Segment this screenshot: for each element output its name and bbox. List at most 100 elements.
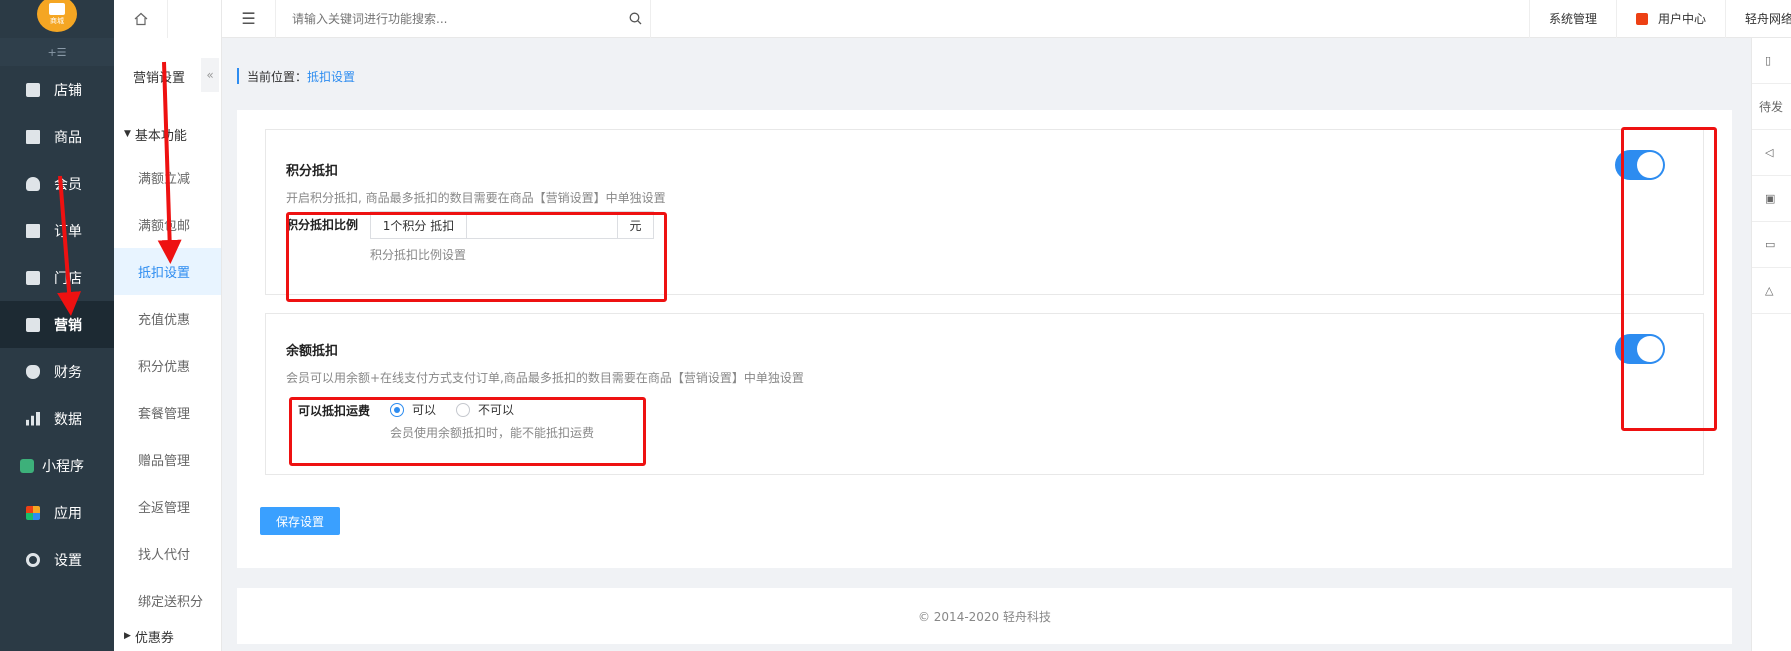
sidebar-item-members[interactable]: 会员: [0, 160, 114, 207]
sidebar-item-stores[interactable]: 门店: [0, 254, 114, 301]
bar-chart-icon: [26, 411, 40, 426]
sidebar-item-label: 数据: [54, 411, 82, 428]
sidebar-item-goods[interactable]: 商品: [0, 113, 114, 160]
store-icon: [26, 82, 40, 97]
annotation-box-toggles: [1621, 127, 1717, 431]
user-center-link[interactable]: 用户中心: [1615, 0, 1725, 38]
search-button[interactable]: [620, 12, 650, 25]
submenu-group-basic[interactable]: ▼ 基本功能: [114, 114, 221, 154]
submenu-title: 营销设置: [133, 70, 186, 86]
hamburger-icon: ☰: [241, 9, 256, 28]
mini-program-icon: [20, 458, 34, 473]
breadcrumb-current[interactable]: 抵扣设置: [307, 68, 355, 85]
apps-icon: [26, 505, 40, 520]
logo-area: 商城: [0, 0, 114, 38]
submenu-item[interactable]: 赠品管理: [114, 436, 221, 483]
submenu-item[interactable]: 满额立减: [114, 154, 221, 201]
balance-section-description: 会员可以用余额+在线支付方式支付订单,商品最多抵扣的数目需要在商品【营销设置】中…: [286, 371, 804, 385]
company-label: 轻舟网络: [1745, 12, 1791, 26]
submenu-item[interactable]: 找人代付: [114, 530, 221, 577]
sidebar-item-label: 营销: [54, 317, 82, 334]
save-settings-button[interactable]: 保存设置: [260, 507, 340, 535]
rail-message-button[interactable]: ▭: [1752, 222, 1791, 268]
home-button[interactable]: [114, 0, 168, 38]
sidebar-item-label: 设置: [54, 552, 82, 569]
points-section-title: 积分抵扣: [286, 164, 339, 179]
sidebar-item-label: 店铺: [54, 82, 82, 99]
submenu-item[interactable]: 满额包邮: [114, 201, 221, 248]
rail-pending-button[interactable]: 待发: [1752, 84, 1791, 130]
search-input[interactable]: [292, 11, 620, 26]
rail-note-button[interactable]: ▣: [1752, 176, 1791, 222]
shop-logo-icon: [49, 2, 65, 15]
points-section-description: 开启积分抵扣, 商品最多抵扣的数目需要在商品【营销设置】中单独设置: [286, 191, 666, 205]
shopping-bag-icon: [1635, 12, 1648, 25]
speaker-icon: ◁: [1765, 146, 1774, 159]
order-icon: [26, 223, 40, 238]
system-management-label: 系统管理: [1548, 12, 1597, 26]
home-icon: [134, 12, 147, 26]
logo-text: 商城: [50, 16, 64, 25]
clipboard-icon: ▯: [1765, 54, 1772, 67]
logo[interactable]: 商城: [37, 0, 77, 32]
caret-down-icon: ▼: [124, 129, 131, 139]
gift-icon: [26, 317, 40, 332]
sidebar-item-label: 商品: [54, 129, 82, 146]
secondary-menu: 营销设置 « ▼ 基本功能 满额立减 满额包邮 抵扣设置 充值优惠 积分优惠 套…: [114, 0, 222, 651]
sidebar-item-label: 门店: [54, 270, 82, 287]
sidebar-item-data[interactable]: 数据: [0, 395, 114, 442]
goods-icon: [26, 129, 40, 144]
copyright-text: © 2014-2020 轻舟科技: [917, 609, 1052, 624]
gear-icon: [26, 552, 40, 567]
company-menu[interactable]: 轻舟网络: [1725, 0, 1791, 38]
rail-sound-button[interactable]: ◁: [1752, 130, 1791, 176]
sidebar-item-marketing[interactable]: 营销: [0, 301, 114, 348]
sidebar-item-label: 财务: [54, 364, 82, 381]
sidebar-item-mini-program[interactable]: 小程序: [0, 442, 114, 489]
shop-icon: [26, 270, 40, 285]
submenu-item[interactable]: 绑定送积分: [114, 577, 221, 624]
sidebar-item-finance[interactable]: 财务: [0, 348, 114, 395]
sidebar-item-store[interactable]: 店铺: [0, 66, 114, 113]
annotation-box-ratio: [286, 212, 667, 302]
rail-pending-label: 待发: [1759, 100, 1784, 114]
system-management-link[interactable]: 系统管理: [1528, 0, 1616, 38]
sidebar-item-label: 小程序: [42, 458, 84, 475]
sidebar-item-orders[interactable]: 订单: [0, 207, 114, 254]
search-bar: [276, 0, 651, 38]
caret-right-icon: ▶: [124, 631, 131, 641]
sidebar-item-label: 订单: [54, 223, 82, 240]
submenu-group-label: 基本功能: [134, 128, 187, 144]
sidebar-item-settings[interactable]: 设置: [0, 536, 114, 583]
bell-icon: △: [1765, 284, 1774, 297]
sidebar-collapse-button[interactable]: +☰: [0, 38, 114, 66]
search-icon: [629, 12, 641, 25]
right-tool-rail: ▯ 待发 ◁ ▣ ▭ △: [1751, 38, 1791, 651]
user-icon: [26, 176, 40, 191]
main-sidebar: 商城 +☰ 店铺 商品 会员 订单 门店 营销 财务 数据 小程序 应用 设置: [0, 0, 114, 651]
submenu-title-row: 营销设置 «: [114, 38, 221, 114]
sidebar-item-label: 会员: [54, 176, 82, 193]
money-bag-icon: [26, 364, 40, 379]
rail-clipboard-button[interactable]: ▯: [1752, 38, 1791, 84]
submenu-group-label: 优惠券: [134, 630, 174, 646]
sidebar-item-label: 应用: [54, 505, 82, 522]
annotation-box-freight: [289, 397, 646, 466]
breadcrumb-prefix: 当前位置：: [247, 69, 308, 84]
submenu-item[interactable]: 套餐管理: [114, 389, 221, 436]
submenu-item[interactable]: 全返管理: [114, 483, 221, 530]
menu-toggle-button[interactable]: ☰: [222, 0, 276, 38]
rail-bell-button[interactable]: △: [1752, 268, 1791, 314]
submenu-item[interactable]: 充值优惠: [114, 295, 221, 342]
submenu-item[interactable]: 积分优惠: [114, 342, 221, 389]
user-center-label: 用户中心: [1657, 12, 1706, 26]
footer: © 2014-2020 轻舟科技: [237, 588, 1732, 644]
submenu-collapse-button[interactable]: «: [201, 58, 219, 92]
submenu-item-active[interactable]: 抵扣设置: [114, 248, 221, 295]
message-icon: ▭: [1765, 238, 1776, 251]
sidebar-item-apps[interactable]: 应用: [0, 489, 114, 536]
note-icon: ▣: [1765, 192, 1776, 205]
top-header: ☰ 系统管理 用户中心 轻舟网络: [222, 0, 1791, 38]
settings-card: 积分抵扣 开启积分抵扣, 商品最多抵扣的数目需要在商品【营销设置】中单独设置 积…: [237, 110, 1732, 568]
submenu-group-coupon[interactable]: ▶ 优惠券: [114, 624, 221, 648]
